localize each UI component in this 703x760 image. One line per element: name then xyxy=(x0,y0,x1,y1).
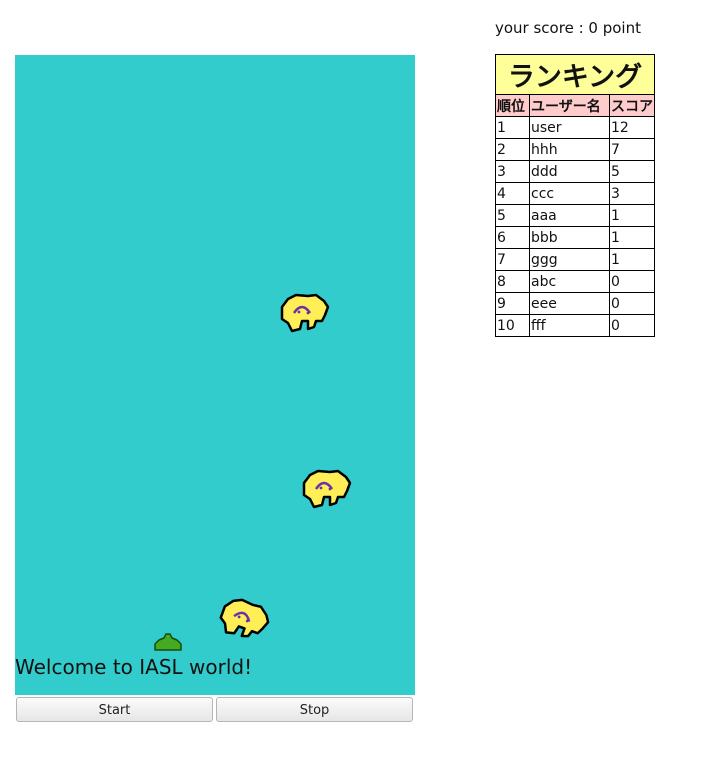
ranking-row: 9 eee 0 xyxy=(495,292,655,315)
game-canvas[interactable]: Welcome to IASL world! xyxy=(15,55,415,695)
ranking-header-row: 順位 ユーザー名 スコア xyxy=(495,94,655,117)
username-cell: fff xyxy=(529,314,610,337)
username-cell: bbb xyxy=(529,226,610,249)
ranking-row: 3 ddd 5 xyxy=(495,160,655,183)
rank-cell: 8 xyxy=(495,270,530,293)
ranking-row: 2 hhh 7 xyxy=(495,138,655,161)
stop-button[interactable]: Stop xyxy=(216,697,413,722)
ranking-row: 7 ggg 1 xyxy=(495,248,655,271)
score-cell: 12 xyxy=(609,116,655,139)
username-cell: ccc xyxy=(529,182,610,205)
score-display: your score : 0 point xyxy=(495,19,641,37)
score-cell: 5 xyxy=(609,160,655,183)
username-cell: abc xyxy=(529,270,610,293)
score-cell: 0 xyxy=(609,292,655,315)
rank-cell: 1 xyxy=(495,116,530,139)
start-button[interactable]: Start xyxy=(16,697,213,722)
rank-cell: 5 xyxy=(495,204,530,227)
score-cell: 7 xyxy=(609,138,655,161)
score-cell: 0 xyxy=(609,314,655,337)
rank-cell: 10 xyxy=(495,314,530,337)
score-cell: 1 xyxy=(609,248,655,271)
score-cell: 3 xyxy=(609,182,655,205)
ranking-table: ランキング 順位 ユーザー名 スコア 1 user 12 2 hhh 7 3 d… xyxy=(495,54,655,337)
score-cell: 1 xyxy=(609,226,655,249)
enemy-sprite xyxy=(300,469,356,517)
score-cell: 0 xyxy=(609,270,655,293)
rank-cell: 6 xyxy=(495,226,530,249)
rank-cell: 4 xyxy=(495,182,530,205)
ranking-row: 8 abc 0 xyxy=(495,270,655,293)
header-username: ユーザー名 xyxy=(529,94,610,117)
ranking-row: 6 bbb 1 xyxy=(495,226,655,249)
username-cell: hhh xyxy=(529,138,610,161)
header-score: スコア xyxy=(609,94,655,117)
player-sprite xyxy=(153,632,183,652)
username-cell: ddd xyxy=(529,160,610,183)
header-rank: 順位 xyxy=(495,94,530,117)
rank-cell: 7 xyxy=(495,248,530,271)
welcome-message: Welcome to IASL world! xyxy=(15,655,253,679)
ranking-row: 4 ccc 3 xyxy=(495,182,655,205)
username-cell: user xyxy=(529,116,610,139)
enemy-sprite xyxy=(278,293,334,341)
rank-cell: 9 xyxy=(495,292,530,315)
username-cell: ggg xyxy=(529,248,610,271)
ranking-row: 1 user 12 xyxy=(495,116,655,139)
score-cell: 1 xyxy=(609,204,655,227)
ranking-row: 5 aaa 1 xyxy=(495,204,655,227)
ranking-row: 10 fff 0 xyxy=(495,314,655,337)
username-cell: eee xyxy=(529,292,610,315)
rank-cell: 2 xyxy=(495,138,530,161)
ranking-title: ランキング xyxy=(495,54,655,95)
username-cell: aaa xyxy=(529,204,610,227)
enemy-sprite xyxy=(209,592,278,656)
rank-cell: 3 xyxy=(495,160,530,183)
